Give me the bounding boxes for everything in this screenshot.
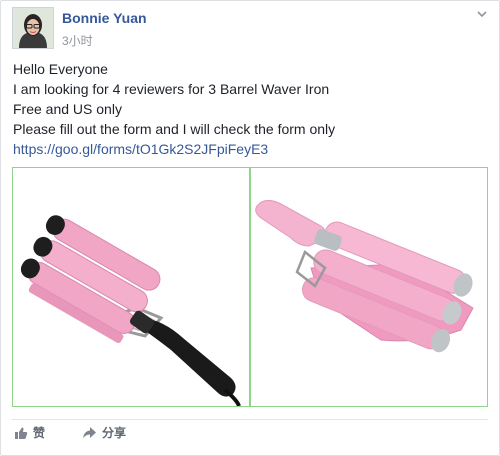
photo-grid xyxy=(12,167,488,407)
post-line: Hello Everyone xyxy=(13,61,108,77)
share-button[interactable]: 分享 xyxy=(82,424,126,441)
post-line: Please fill out the form and I will chec… xyxy=(13,121,336,137)
avatar[interactable] xyxy=(12,7,54,49)
like-button[interactable]: 赞 xyxy=(14,424,45,441)
post-line: Free and US only xyxy=(13,101,122,117)
form-link[interactable]: https://goo.gl/forms/tO1Gk2S2JFpiFeyE3 xyxy=(13,139,489,159)
author-name[interactable]: Bonnie Yuan xyxy=(62,10,147,26)
thumbs-up-icon xyxy=(14,426,28,440)
product-photo-left[interactable] xyxy=(12,167,250,407)
like-label: 赞 xyxy=(33,426,46,440)
post-body: Hello Everyone I am looking for 4 review… xyxy=(13,59,489,159)
post-timestamp[interactable]: 3小时 xyxy=(62,32,93,49)
product-photo-right[interactable] xyxy=(250,167,488,407)
facebook-post: Bonnie Yuan 3小时 Hello Everyone I am look… xyxy=(0,0,500,456)
share-arrow-icon xyxy=(82,426,97,440)
post-line: I am looking for 4 reviewers for 3 Barre… xyxy=(13,81,330,97)
divider xyxy=(12,419,488,420)
chevron-down-icon[interactable] xyxy=(475,7,489,21)
share-label: 分享 xyxy=(102,426,127,440)
